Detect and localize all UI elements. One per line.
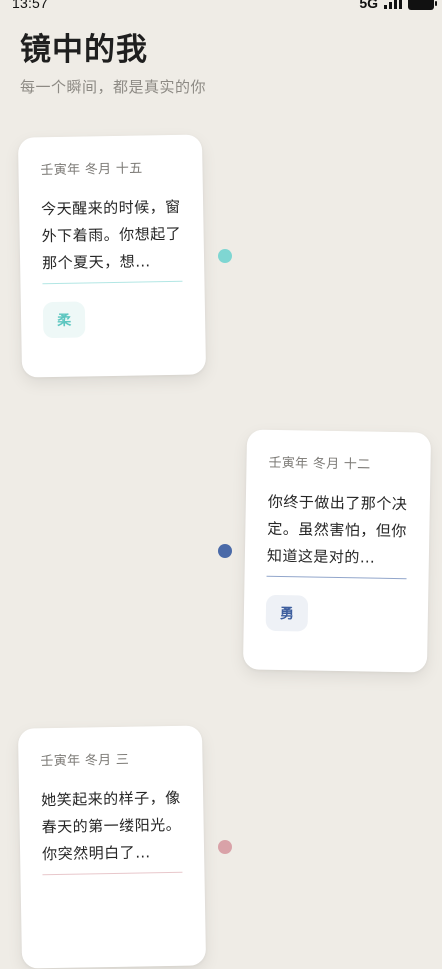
entry-card[interactable]: 壬寅年 冬月 三 她笑起来的样子，像春天的第一缕阳光。你突然明白了… (17, 725, 207, 969)
entry-date: 壬寅年 冬月 十五 (40, 161, 143, 179)
entry-divider (42, 280, 183, 285)
status-icons: 5G (359, 0, 437, 11)
entry-text: 她笑起来的样子，像春天的第一缕阳光。你突然明白了… (41, 788, 182, 864)
entry-text: 你终于做出了那个决定。虽然害怕，但你知道这是对的… (266, 492, 408, 567)
entry-mood-tag[interactable]: 柔 (42, 301, 86, 339)
entry-divider (42, 871, 183, 876)
entry-card[interactable]: 壬寅年 冬月 十五 今天醒来的时候，窗外下着雨。你想起了那个夏天，想… 柔 (17, 134, 207, 378)
timeline-dot (218, 249, 232, 263)
entry-date: 壬寅年 冬月 三 (40, 752, 130, 770)
timeline-dot (218, 544, 232, 558)
page-subtitle: 每一个瞬间，都是真实的你 (20, 78, 207, 96)
battery-icon (408, 0, 437, 10)
page-title: 镜中的我 (20, 32, 148, 68)
entry-date: 壬寅年 冬月 十二 (268, 455, 371, 473)
entry-text: 今天醒来的时候，窗外下着雨。你想起了那个夏天，想… (41, 197, 182, 273)
network-type: 5G (359, 0, 378, 11)
status-bar: 13:57 5G (0, 0, 442, 14)
entry-card[interactable]: 壬寅年 冬月 十二 你终于做出了那个决定。虽然害怕，但你知道这是对的… 勇 (242, 429, 432, 673)
entry-divider (266, 575, 407, 580)
entry-mood-tag[interactable]: 勇 (265, 594, 309, 632)
status-time: 13:57 (12, 0, 49, 11)
timeline-dot (218, 840, 232, 854)
signal-icon (384, 0, 402, 9)
